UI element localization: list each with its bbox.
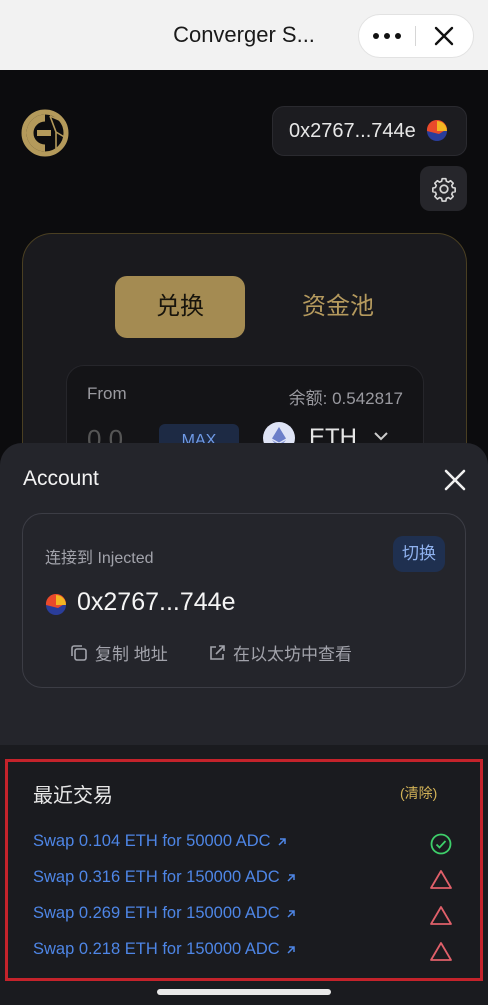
transaction-row: Swap 0.104 ETH for 50000 ADC: [33, 832, 463, 858]
settings-button[interactable]: [420, 166, 467, 211]
arrow-up-right-icon: [278, 837, 286, 846]
from-label: From: [87, 384, 127, 403]
modal-title: Account: [23, 467, 99, 490]
warning-triangle-icon: [430, 942, 452, 961]
arrow-up-right-icon: [287, 873, 295, 882]
screen: Converger S... 0x2767...744e 兑换 资金池 From…: [0, 0, 488, 1005]
gear-icon: [431, 177, 456, 202]
wallet-address: 0x2767...744e: [289, 119, 416, 142]
check-circle-icon: [430, 833, 452, 855]
recent-transactions-title: 最近交易: [33, 785, 113, 807]
switch-wallet-button[interactable]: 切换: [393, 536, 445, 572]
transaction-text: Swap 0.316 ETH for 150000 ADC: [33, 868, 280, 886]
arrow-up-right-icon: [287, 945, 295, 954]
transaction-text: Swap 0.218 ETH for 150000 ADC: [33, 940, 280, 958]
account-address: 0x2767...744e: [77, 588, 236, 616]
transaction-link[interactable]: Swap 0.316 ETH for 150000 ADC: [33, 868, 297, 887]
view-on-explorer-label: 在以太坊中查看: [233, 645, 352, 664]
transaction-link[interactable]: Swap 0.218 ETH for 150000 ADC: [33, 940, 297, 959]
warning-triangle-icon: [430, 906, 452, 925]
tab-pool[interactable]: 资金池: [273, 276, 403, 338]
account-info-box: 连接到 Injected 切换 0x2767...744e 复制 地址 在以太坊…: [22, 513, 466, 688]
external-link-icon: [210, 644, 225, 660]
close-icon[interactable]: [416, 14, 474, 58]
view-on-explorer-link[interactable]: 在以太坊中查看: [207, 640, 352, 665]
copy-address-button[interactable]: 复制 地址: [69, 640, 168, 665]
account-modal: Account 连接到 Injected 切换 0x2767...744e 复制…: [0, 443, 488, 1005]
transaction-link[interactable]: Swap 0.269 ETH for 150000 ADC: [33, 904, 297, 923]
more-dots-icon[interactable]: [359, 14, 415, 58]
transaction-row: Swap 0.218 ETH for 150000 ADC: [33, 940, 463, 966]
close-icon[interactable]: [440, 465, 470, 495]
chevron-down-icon[interactable]: [373, 430, 389, 442]
wallet-avatar-icon: [45, 594, 66, 615]
transaction-link[interactable]: Swap 0.104 ETH for 50000 ADC: [33, 832, 288, 851]
tab-swap[interactable]: 兑换: [115, 276, 245, 338]
connected-wallet-text: 连接到 Injected: [45, 550, 154, 567]
warning-triangle-icon: [430, 870, 452, 889]
transaction-row: Swap 0.269 ETH for 150000 ADC: [33, 904, 463, 930]
copy-address-label: 复制 地址: [95, 645, 168, 664]
home-indicator[interactable]: [157, 989, 331, 995]
clear-transactions-button[interactable]: (清除): [400, 783, 437, 803]
wallet-avatar-icon: [426, 120, 447, 141]
recent-transactions-panel: 最近交易 (清除) Swap 0.104 ETH for 50000 ADC S…: [0, 745, 488, 1005]
transaction-row: Swap 0.316 ETH for 150000 ADC: [33, 868, 463, 894]
mini-program-topbar: Converger S...: [0, 0, 488, 70]
arrow-up-right-icon: [287, 909, 295, 918]
wallet-button[interactable]: 0x2767...744e: [272, 106, 467, 156]
copy-icon: [71, 644, 87, 661]
logo-icon[interactable]: [20, 108, 70, 158]
capsule-menu: [358, 14, 474, 58]
transaction-text: Swap 0.104 ETH for 50000 ADC: [33, 832, 271, 850]
transaction-text: Swap 0.269 ETH for 150000 ADC: [33, 904, 280, 922]
balance-text: 余额: 0.542817: [288, 389, 403, 408]
